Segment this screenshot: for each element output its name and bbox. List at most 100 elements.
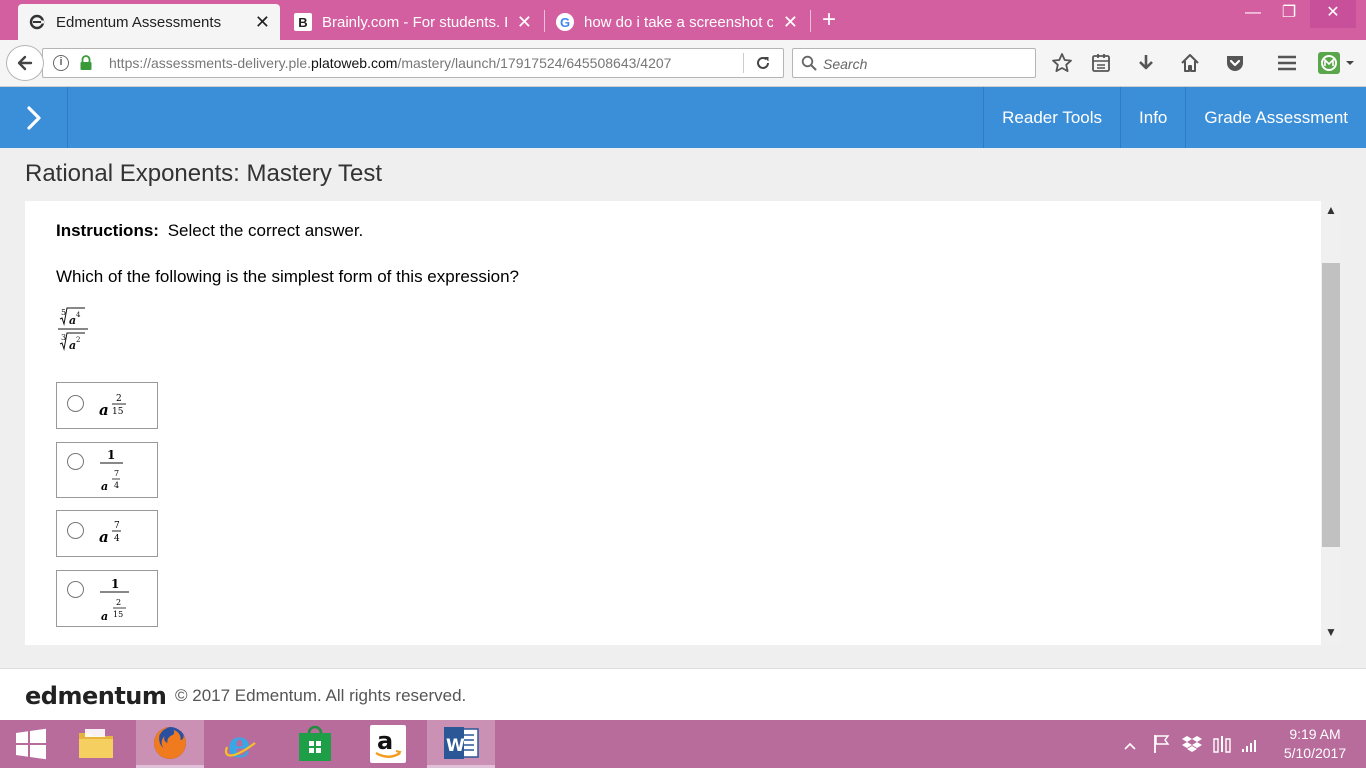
edmentum-favicon-icon [28,13,46,31]
answer-option-a[interactable]: a 2 15 [56,382,158,429]
internet-explorer-icon[interactable]: e [208,720,276,768]
option-math: a 2 15 [99,394,126,419]
store-icon[interactable] [281,720,349,768]
denominator-exponent: 2 [76,336,80,344]
info-button[interactable]: Info [1120,87,1185,148]
address-bar-divider [743,53,744,73]
firefox-icon[interactable] [136,720,204,768]
amazon-icon[interactable]: a [354,720,422,768]
svg-text:W: W [446,736,465,756]
radio-button[interactable] [67,453,84,470]
file-explorer-icon[interactable] [62,720,130,768]
exponent-numerator: 7 [114,469,119,478]
question-expression: 5 a 4 3 a 2 [58,307,88,352]
pocket-icon[interactable] [1223,51,1247,75]
exponent-denominator: 4 [114,534,120,544]
numerator-exponent: 4 [76,311,81,319]
url-text: https://assessments-delivery.ple.platowe… [109,55,671,71]
windows-taskbar: e a W 9:19 AM 5/10/2017 [0,720,1366,768]
tab-edmentum-assessments[interactable]: Edmentum Assessments ✕ [18,4,280,40]
url-path: /mastery/launch/17917524/645508643/4207 [397,55,672,71]
exponent-denominator: 4 [114,481,119,490]
download-icon[interactable] [1134,51,1158,75]
answer-option-d[interactable]: 1 a 2 15 [56,570,158,627]
tab-brainly[interactable]: B Brainly.com - For students. B ✕ [284,4,542,40]
lock-icon[interactable] [79,55,93,76]
radio-button[interactable] [67,395,84,412]
clock-time: 9:19 AM [1289,726,1341,742]
menu-icon[interactable] [1275,51,1299,75]
option-math: 1 a 7 4 [100,448,123,493]
bookmark-star-icon[interactable] [1050,51,1074,75]
instructions-label: Instructions: [56,221,159,240]
radio-button[interactable] [67,522,84,539]
brainly-favicon-icon: B [294,13,312,31]
side-menu-toggle-button[interactable] [0,87,68,148]
page-title: Rational Exponents: Mastery Test [25,160,383,187]
base: a [99,401,109,419]
answer-option-c[interactable]: a 7 4 [56,510,158,557]
show-hidden-icons-icon[interactable] [1124,738,1136,756]
instructions-text: Select the correct answer. [167,221,364,240]
reader-tools-button[interactable]: Reader Tools [983,87,1120,148]
header-navigation: Reader Tools Info Grade Assessment [983,87,1366,148]
close-tab-icon[interactable]: ✕ [255,12,270,33]
url-host: platoweb.com [311,55,398,71]
option-math: a 7 4 [99,521,121,546]
question-panel: Instructions: Select the correct answer.… [25,201,1321,645]
instructions: Instructions: Select the correct answer. [56,221,363,241]
search-placeholder: Search [823,56,868,72]
tab-title: Edmentum Assessments [56,13,222,31]
numerator: 1 [111,577,119,591]
exponent-denominator: 15 [112,407,124,417]
dropbox-icon[interactable] [1182,734,1202,759]
maximize-button[interactable]: ❐ [1270,0,1308,28]
back-button[interactable] [6,45,44,81]
clock-date: 5/10/2017 [1283,745,1347,761]
tab-title: how do i take a screenshot c [584,13,773,31]
minimize-button[interactable]: — [1234,0,1272,28]
base: a [101,480,108,493]
home-icon[interactable] [1178,51,1202,75]
chevron-right-icon [26,105,41,130]
question-text: Which of the following is the simplest f… [56,267,519,286]
grade-assessment-button[interactable]: Grade Assessment [1185,87,1366,148]
base: a [99,528,109,546]
numerator: 1 [107,448,115,462]
new-tab-button[interactable]: + [816,6,842,34]
tab-separator [544,10,545,32]
action-center-flag-icon[interactable] [1153,734,1171,759]
radio-button[interactable] [67,581,84,598]
exponent-denominator: 15 [113,610,123,619]
close-tab-icon[interactable]: ✕ [517,12,532,33]
close-window-button[interactable]: ✕ [1310,0,1356,28]
search-icon [801,55,817,76]
scroll-up-icon[interactable]: ▲ [1321,203,1341,221]
google-favicon-icon: G [556,13,574,31]
info-icon[interactable]: i [53,55,69,71]
extension-icon[interactable] [1316,51,1356,75]
option-math: 1 a 2 15 [100,577,129,623]
tab-google-search[interactable]: G how do i take a screenshot c ✕ [546,4,808,40]
word-icon[interactable]: W [427,720,495,768]
tab-separator [810,10,811,32]
address-bar[interactable]: i https://assessments-delivery.ple.plato… [42,48,784,78]
close-tab-icon[interactable]: ✕ [783,12,798,33]
browser-tab-strip: Edmentum Assessments ✕ B Brainly.com - F… [0,0,1366,40]
battery-icon[interactable] [1212,734,1232,759]
content-scrollbar[interactable]: ▲ ▼ [1321,201,1341,645]
reading-list-icon[interactable] [1089,51,1113,75]
app-header: Reader Tools Info Grade Assessment [0,87,1366,148]
windows-start-icon[interactable] [0,720,62,768]
svg-text:a: a [377,727,393,755]
exponent-numerator: 2 [116,598,121,607]
answer-option-b[interactable]: 1 a 7 4 [56,442,158,498]
network-signal-icon[interactable] [1240,734,1260,759]
reload-icon[interactable] [753,53,775,73]
scrollbar-thumb[interactable] [1322,263,1340,547]
scroll-down-icon[interactable]: ▼ [1321,625,1341,643]
url-prefix: https://assessments-delivery.ple. [109,55,312,71]
exponent-numerator: 7 [114,521,120,531]
search-box[interactable]: Search [792,48,1036,78]
system-clock[interactable]: 9:19 AM 5/10/2017 [1272,725,1358,763]
